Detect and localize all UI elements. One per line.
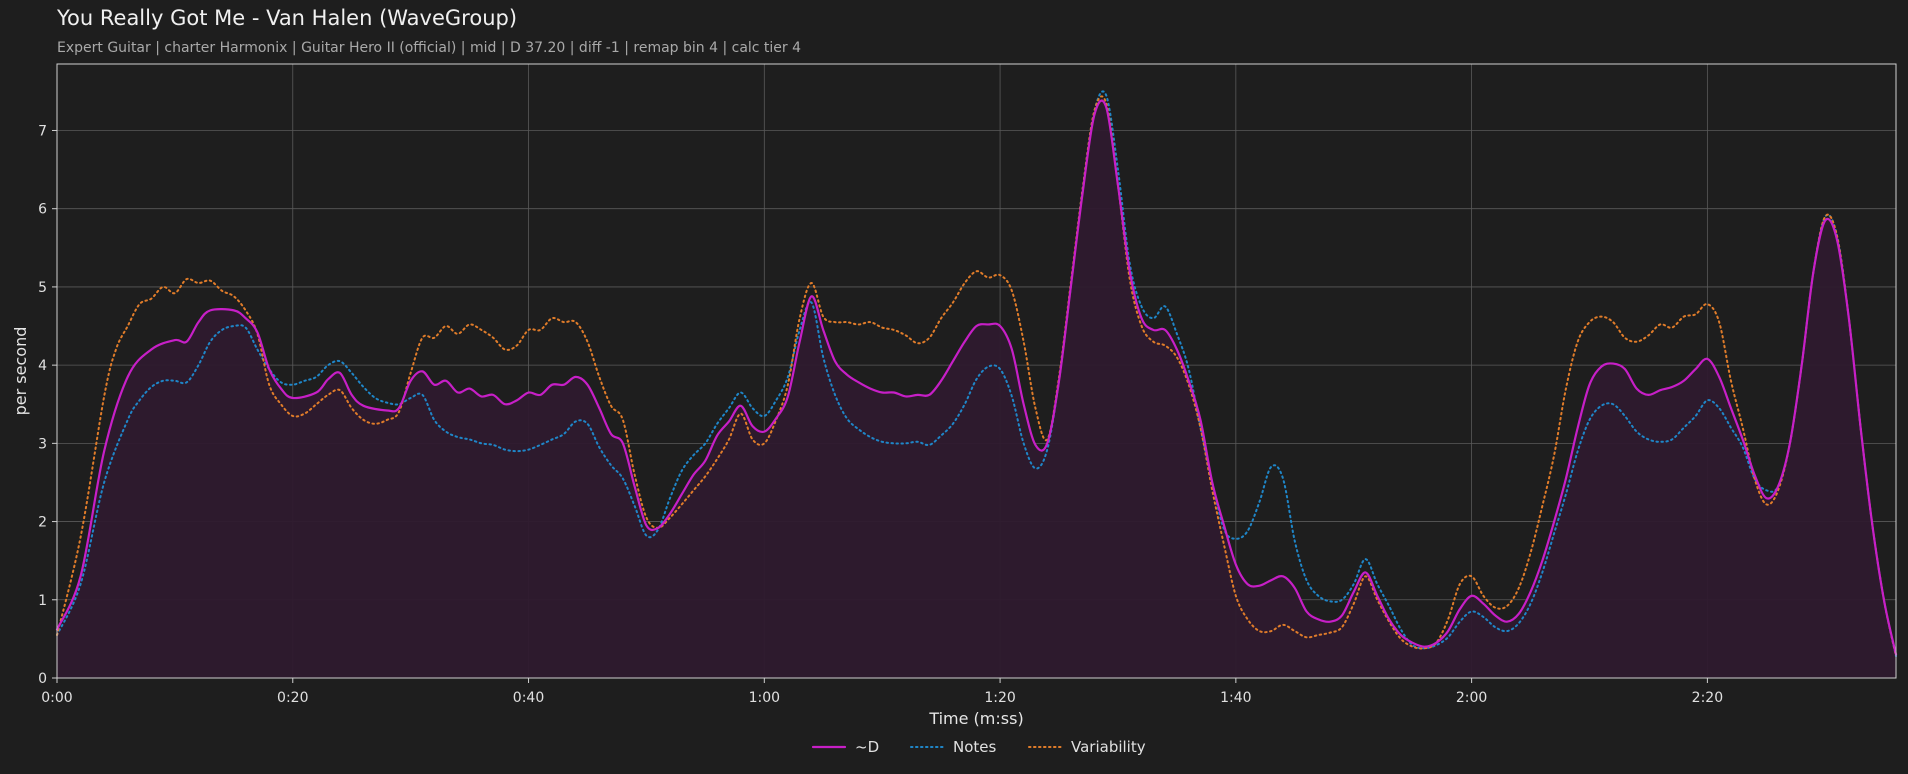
x-tick-label: 0:20 xyxy=(277,690,308,706)
x-axis-label: Time (m:ss) xyxy=(928,709,1023,728)
x-tick-label: 1:40 xyxy=(1220,690,1251,706)
x-tick-label: 2:00 xyxy=(1456,690,1487,706)
x-tick-label: 1:20 xyxy=(984,690,1015,706)
legend-label: Variability xyxy=(1071,738,1146,756)
fill-layer xyxy=(57,100,1896,679)
x-tick-label: 0:40 xyxy=(513,690,544,706)
y-tick-label: 3 xyxy=(38,436,47,452)
y-tick-label: 4 xyxy=(38,358,47,374)
series-area-fill xyxy=(57,100,1896,679)
y-axis-label: per second xyxy=(11,327,30,416)
x-tick-label: 2:20 xyxy=(1692,690,1723,706)
y-tick-label: 2 xyxy=(38,515,47,531)
legend-label: ~D xyxy=(855,738,879,756)
y-tick-label: 5 xyxy=(38,280,47,296)
y-tick-label: 1 xyxy=(38,593,47,609)
y-tick-label: 0 xyxy=(38,671,47,687)
x-tick-label: 0:00 xyxy=(41,690,72,706)
y-tick-label: 7 xyxy=(38,123,47,139)
x-tick-label: 1:00 xyxy=(749,690,780,706)
chart-svg: 0:00 0:20 0:40 1:00 1:20 1:40 2:00 2:20 0 1 2 3 4 5 6 7… xyxy=(11,63,1898,756)
legend: ~D Notes Variability xyxy=(811,738,1146,756)
y-tick-label: 6 xyxy=(38,202,47,218)
legend-label: Notes xyxy=(953,738,997,756)
